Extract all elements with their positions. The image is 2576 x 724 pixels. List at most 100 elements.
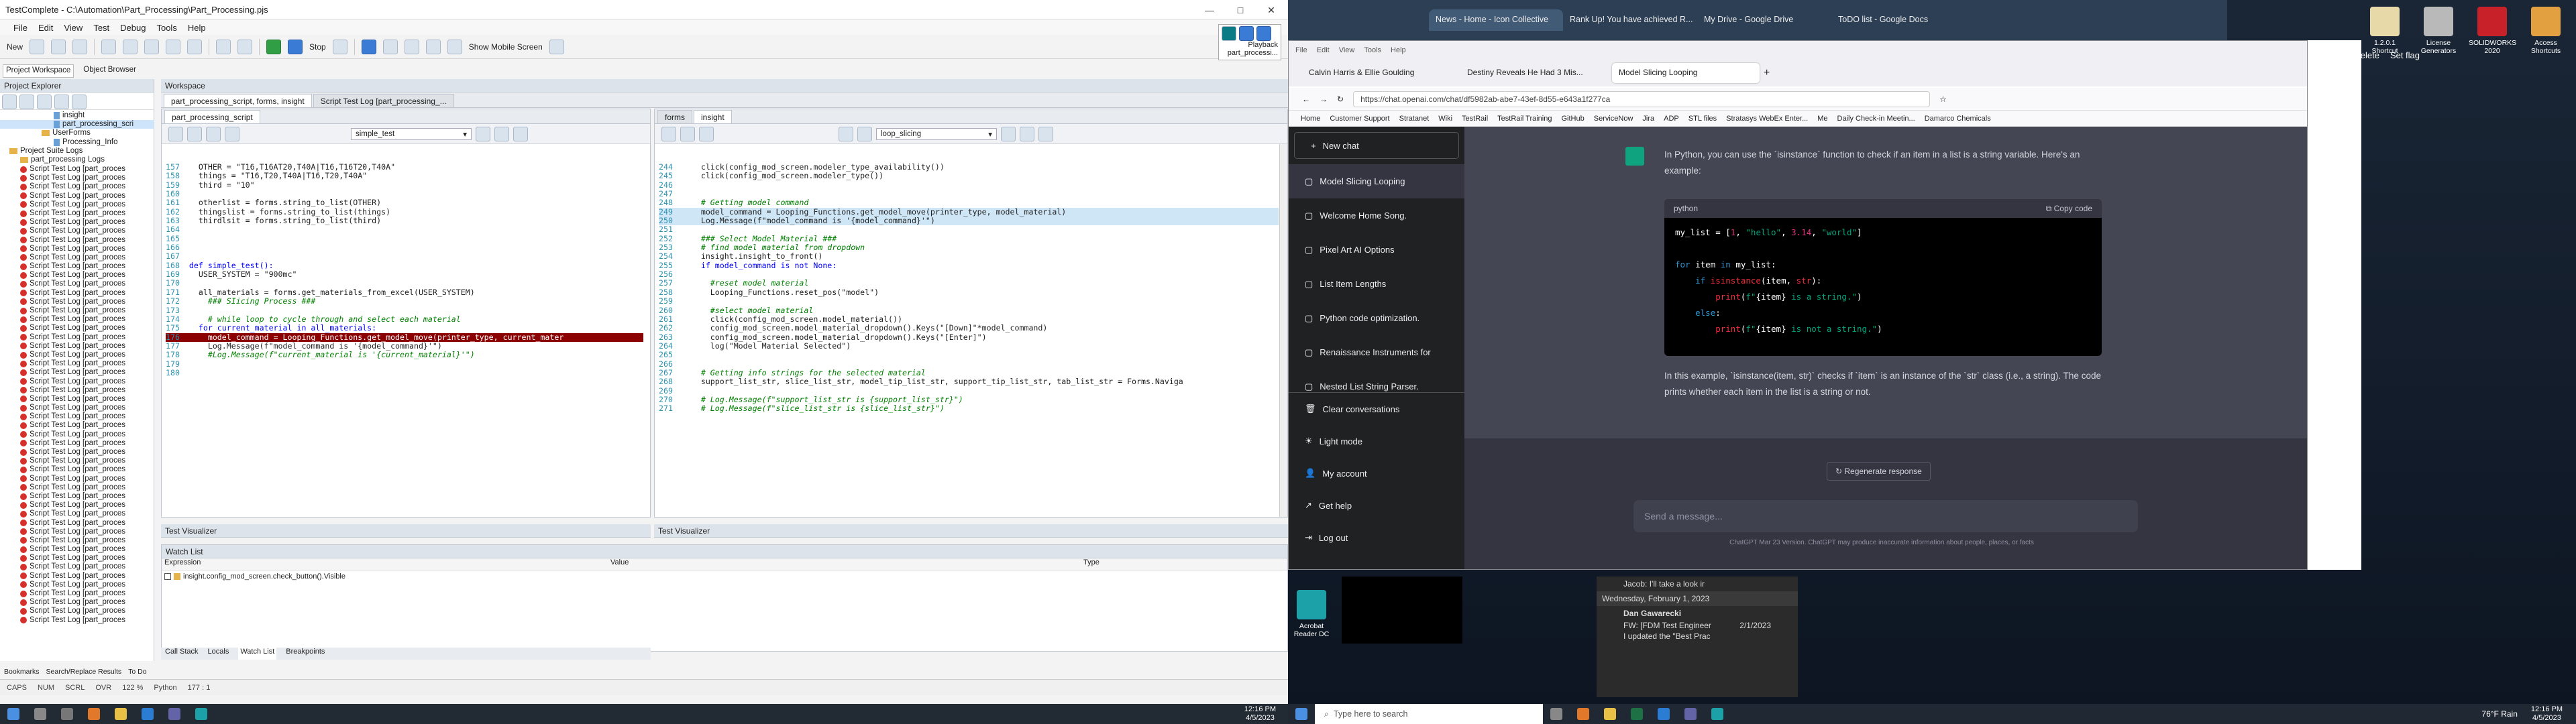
settings-icon[interactable] xyxy=(237,39,253,54)
archive-button[interactable]: Archive xyxy=(2314,50,2343,60)
my-account-button[interactable]: 👤 My account xyxy=(1289,457,1464,489)
task-view-icon[interactable] xyxy=(1550,708,1562,720)
log-item[interactable]: Script Test Log [part_proces xyxy=(0,465,154,474)
conversation-item[interactable]: ▢ Welcome Home Song. xyxy=(1289,198,1464,233)
stop-icon[interactable] xyxy=(288,39,303,54)
log-item[interactable]: Script Test Log [part_proces xyxy=(0,342,154,351)
step-out-icon[interactable] xyxy=(425,39,441,54)
conversation-item[interactable]: ▢ Python code optimization. xyxy=(1289,301,1464,335)
tab-insight[interactable]: insight xyxy=(694,110,732,123)
back-icon[interactable] xyxy=(839,126,853,141)
show-mobile-screen-button[interactable]: Show Mobile Screen xyxy=(469,42,543,52)
copy-icon[interactable] xyxy=(123,39,138,54)
excel-icon[interactable] xyxy=(1631,708,1643,720)
menu-edit[interactable]: Edit xyxy=(38,23,53,33)
vscode-icon[interactable] xyxy=(142,708,154,720)
teams-icon[interactable] xyxy=(1684,708,1697,720)
log-item[interactable]: Script Test Log [part_proces xyxy=(0,519,154,528)
checkbox[interactable] xyxy=(164,573,171,580)
log-item[interactable]: Script Test Log [part_proces xyxy=(0,457,154,465)
log-item[interactable]: Script Test Log [part_proces xyxy=(0,209,154,218)
tab-todo[interactable]: To Do xyxy=(128,668,146,678)
save-icon[interactable] xyxy=(51,39,66,54)
forward-icon[interactable] xyxy=(187,126,202,141)
bookmark-item[interactable]: Home xyxy=(1301,115,1320,123)
chrome-tab[interactable]: Rank Up! You have achieved R... xyxy=(1563,9,1697,31)
pause-icon[interactable] xyxy=(361,39,376,54)
indent-icon[interactable] xyxy=(206,126,221,141)
bookmark-item[interactable]: ADP xyxy=(1664,115,1679,123)
right-code-area[interactable]: 244 click(config_mod_screen.modeler_type… xyxy=(659,163,1279,414)
tab-project-workspace[interactable]: Project Workspace xyxy=(3,64,74,78)
log-item[interactable]: Script Test Log [part_proces xyxy=(0,359,154,368)
refresh-icon[interactable] xyxy=(19,95,34,109)
log-item[interactable]: Script Test Log [part_proces xyxy=(0,562,154,571)
log-item[interactable]: Script Test Log [part_proces xyxy=(0,528,154,536)
log-item[interactable]: Script Test Log [part_proces xyxy=(0,368,154,377)
log-item[interactable]: Script Test Log [part_proces xyxy=(0,218,154,227)
log-item[interactable]: Script Test Log [part_proces xyxy=(0,616,154,625)
log-item[interactable]: Script Test Log [part_proces xyxy=(0,262,154,271)
log-item[interactable]: Script Test Log [part_proces xyxy=(0,192,154,200)
log-item[interactable]: Script Test Log [part_proces xyxy=(0,483,154,492)
search-icon[interactable] xyxy=(1020,126,1034,141)
desktop-icon[interactable]: 1.2.0.1 Shortcut xyxy=(2361,7,2408,55)
tree-item[interactable]: UserForms xyxy=(0,129,154,137)
playback-pause-icon[interactable] xyxy=(1239,26,1254,41)
add-icon[interactable] xyxy=(2,95,17,109)
function-dropdown[interactable]: loop_slicing ▾ xyxy=(876,127,997,140)
log-item[interactable]: Script Test Log [part_proces xyxy=(0,439,154,448)
log-item[interactable]: Script Test Log [part_proces xyxy=(0,412,154,421)
vscode-icon[interactable] xyxy=(1658,708,1670,720)
log-item[interactable]: Script Test Log [part_proces xyxy=(0,271,154,280)
log-item[interactable]: Script Test Log [part_proces xyxy=(0,572,154,581)
conversation-item[interactable]: ▢ Pixel Art AI Options xyxy=(1289,233,1464,267)
step-icon[interactable] xyxy=(332,39,347,54)
desktop-icon[interactable]: Acrobat Reader DC xyxy=(1288,590,1335,638)
maximize-button[interactable]: □ xyxy=(1225,0,1256,20)
new-button[interactable]: New xyxy=(7,42,23,52)
firefox-icon[interactable] xyxy=(88,708,100,720)
bookmark-item[interactable]: STL files xyxy=(1688,115,1717,123)
menu-tools[interactable]: Tools xyxy=(156,23,176,33)
bookmark-item[interactable]: Stratasys WebEx Enter... xyxy=(1726,115,1808,123)
conversation-item[interactable]: ▢ Renaissance Instruments for xyxy=(1289,335,1464,369)
vertical-scrollbar[interactable] xyxy=(1279,144,1287,517)
open-icon[interactable] xyxy=(30,39,45,54)
firefox-tab-active[interactable]: Model Slicing Looping xyxy=(1612,63,1760,83)
bookmark-item[interactable]: Me xyxy=(1817,115,1827,123)
log-item[interactable]: Script Test Log [part_proces xyxy=(0,245,154,253)
log-item[interactable]: Script Test Log [part_proces xyxy=(0,554,154,562)
light-mode-button[interactable]: ☀ Light mode xyxy=(1289,425,1464,457)
bookmark-item[interactable]: Damarco Chemicals xyxy=(1925,115,1991,123)
log-item[interactable]: Script Test Log [part_proces xyxy=(0,430,154,439)
log-item[interactable]: Script Test Log [part_proces xyxy=(0,421,154,430)
clear-conversations-button[interactable]: 🗑 Clear conversations xyxy=(1289,393,1464,425)
step-into-icon[interactable] xyxy=(382,39,398,54)
find-icon[interactable] xyxy=(513,126,528,141)
chrome-tab[interactable]: My Drive - Google Drive xyxy=(1697,9,1831,31)
desktop-icon[interactable]: License Generators xyxy=(2415,7,2462,55)
tab-search-replace[interactable]: Search/Replace Results xyxy=(46,668,122,678)
mobile-icon[interactable] xyxy=(447,39,462,54)
chrome-tab[interactable]: News - Home - Icon Collective xyxy=(1429,9,1563,31)
message-input[interactable]: Send a message... xyxy=(1633,500,2138,532)
log-item[interactable]: Script Test Log [part_proces xyxy=(0,448,154,457)
tab-bookmarks[interactable]: Bookmarks xyxy=(4,668,40,678)
start-icon[interactable] xyxy=(1295,708,1307,720)
testcomplete-icon[interactable] xyxy=(195,708,207,720)
conversation-item[interactable]: ▢ Model Slicing Looping xyxy=(1289,164,1464,198)
log-item[interactable]: Script Test Log [part_proces xyxy=(0,589,154,598)
tree-item[interactable]: part_processing Logs xyxy=(0,156,154,164)
comment-icon[interactable] xyxy=(699,126,714,141)
log-item[interactable]: Script Test Log [part_proces xyxy=(0,289,154,298)
bookmark-item[interactable]: Stratanet xyxy=(1399,115,1430,123)
log-out-button[interactable]: ⇥ Log out xyxy=(1289,522,1464,554)
forward-icon[interactable]: → xyxy=(1320,95,1328,104)
bookmark-item[interactable]: Wiki xyxy=(1438,115,1452,123)
new-chat-button[interactable]: + New chat xyxy=(1294,132,1459,159)
log-item[interactable]: Script Test Log [part_proces xyxy=(0,545,154,554)
firefox-icon[interactable] xyxy=(1577,708,1589,720)
indent-icon[interactable] xyxy=(661,126,676,141)
url-bar[interactable]: https://chat.openai.com/chat/df5982ab-ab… xyxy=(1353,90,1931,107)
